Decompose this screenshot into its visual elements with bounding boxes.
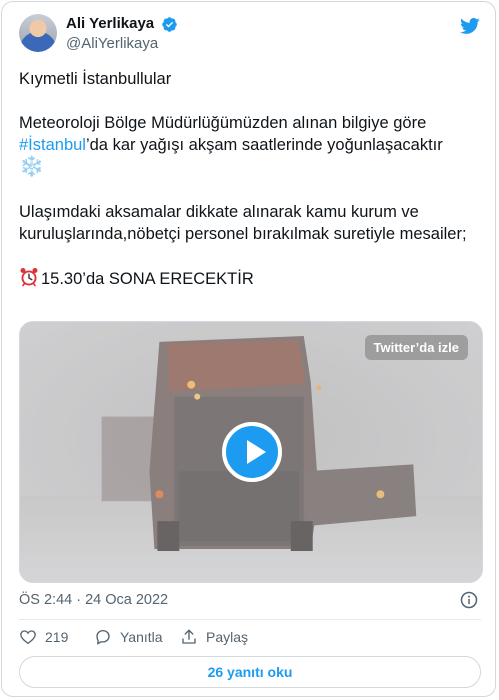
reply-icon	[96, 629, 110, 645]
play-icon	[247, 440, 266, 464]
alarm-clock-icon	[20, 268, 38, 287]
tweet-text: Kıymetli İstanbullular Meteoroloji Bölge…	[19, 68, 479, 312]
info-icon[interactable]	[460, 591, 478, 609]
tweet-line2-before: Meteoroloji Bölge Müdürlüğümüzden alınan…	[19, 114, 427, 132]
twitter-bird-icon[interactable]	[459, 16, 481, 36]
tweet-card: Ali Yerlikaya @AliYerlikaya Kıymetli İst…	[1, 1, 496, 697]
author-names[interactable]: Ali Yerlikaya @AliYerlikaya	[66, 14, 178, 54]
avatar[interactable]	[19, 14, 57, 52]
reply-action[interactable]: Yanıtla	[94, 628, 163, 646]
like-count: 219	[45, 629, 69, 645]
heart-icon	[20, 630, 36, 645]
reply-label: Yanıtla	[120, 629, 163, 645]
hashtag-link[interactable]: #İstanbul	[19, 136, 86, 154]
share-icon	[182, 629, 196, 644]
video-player[interactable]: Twitter’da izle	[19, 321, 483, 583]
closing-text: 15.30’da SONA ERECEKTİR	[41, 270, 254, 288]
share-action[interactable]: Paylaş	[180, 628, 248, 646]
snowflake-emoji: ❄️	[19, 156, 44, 178]
tweet-line2-after: ’da kar yağışı akşam saatlerinde yoğunla…	[85, 136, 443, 154]
read-replies-button[interactable]: 26 yanıtı oku	[19, 656, 481, 688]
tweet-header: Ali Yerlikaya @AliYerlikaya	[19, 14, 481, 58]
tweet-timestamp[interactable]: ÖS 2:44 · 24 Oca 2022	[19, 592, 168, 608]
author-display-name[interactable]: Ali Yerlikaya	[66, 14, 154, 34]
tweet-closing-line: 15.30’da SONA ERECEKTİR	[19, 267, 479, 290]
tweet-paragraph-2: Meteoroloji Bölge Müdürlüğümüzden alınan…	[19, 112, 479, 179]
author-handle[interactable]: @AliYerlikaya	[66, 34, 178, 54]
watch-on-twitter-badge[interactable]: Twitter’da izle	[364, 335, 468, 360]
divider	[19, 619, 481, 620]
verified-badge-icon	[161, 16, 177, 32]
tweet-paragraph-3: Ulaşımdaki aksamalar dikkate alınarak ka…	[19, 203, 467, 243]
tweet-greeting: Kıymetli İstanbullular	[19, 70, 172, 88]
share-label: Paylaş	[206, 629, 249, 645]
like-action[interactable]: 219	[19, 628, 68, 646]
play-button[interactable]	[222, 422, 282, 482]
